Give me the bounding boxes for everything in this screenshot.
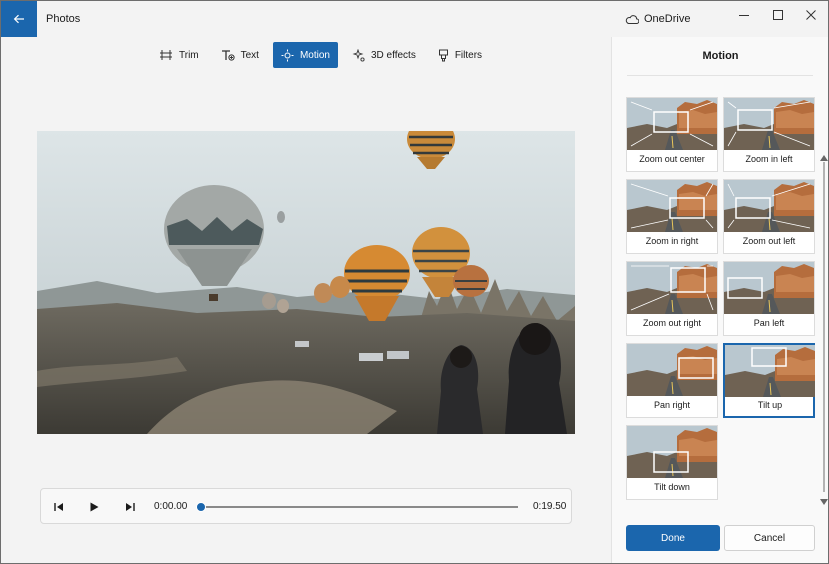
- motion-thumbnail-image: [627, 344, 717, 396]
- seek-track[interactable]: [200, 506, 518, 508]
- motion-option-tilt-up[interactable]: Tilt up: [723, 343, 815, 418]
- maximize-button[interactable]: [761, 1, 795, 29]
- previous-frame-button[interactable]: [50, 498, 68, 516]
- motion-option-zoom-in-left[interactable]: Zoom in left: [723, 97, 815, 172]
- previous-frame-icon: [54, 503, 63, 511]
- panel-divider: [627, 75, 813, 76]
- tab-motion-label: Motion: [299, 49, 330, 61]
- back-arrow-icon: [13, 14, 24, 24]
- motion-option-label: Zoom out right: [642, 318, 702, 328]
- title-bar: Photos OneDrive: [1, 1, 828, 37]
- playback-bar: 0:00.00 0:19.50: [40, 488, 572, 524]
- motion-thumbnail-image: [724, 180, 814, 232]
- current-time: 0:00.00: [154, 501, 188, 512]
- motion-option-pan-right[interactable]: Pan right: [626, 343, 718, 418]
- total-time: 0:19.50: [533, 501, 567, 512]
- motion-option-label: Tilt down: [654, 482, 690, 492]
- edit-toolbar: Trim Text Motion 3D effects Filters: [151, 42, 490, 68]
- cloud-icon: [625, 14, 639, 24]
- next-frame-button[interactable]: [121, 498, 139, 516]
- video-preview[interactable]: [37, 131, 575, 434]
- motion-thumbnail-image: [627, 426, 717, 478]
- tab-trim[interactable]: Trim: [151, 42, 207, 68]
- tab-3d-effects[interactable]: 3D effects: [344, 42, 424, 68]
- motion-thumbnail-image: [627, 98, 717, 150]
- trim-icon: [160, 50, 172, 60]
- motion-option-tilt-down[interactable]: Tilt down: [626, 425, 718, 500]
- tab-text[interactable]: Text: [213, 42, 267, 68]
- seek-thumb[interactable]: [196, 502, 206, 512]
- motion-option-label: Zoom in right: [645, 236, 699, 246]
- motion-option-label: Tilt up: [757, 400, 783, 410]
- motion-thumbnail-image: [724, 98, 814, 150]
- balloon-scene-image: [37, 131, 575, 434]
- tab-filters-label: Filters: [454, 49, 483, 61]
- motion-thumbnail-image: [627, 180, 717, 232]
- scroll-up-icon[interactable]: [820, 155, 828, 161]
- motion-panel: Motion Zoom out center Zoom in left Zoom i…: [611, 37, 828, 563]
- motion-thumbnail-image: [725, 345, 815, 397]
- tab-filters[interactable]: Filters: [430, 42, 490, 68]
- onedrive-label: OneDrive: [644, 13, 691, 25]
- motion-thumbnail-image: [724, 262, 814, 314]
- scrollbar[interactable]: [823, 162, 825, 492]
- play-button[interactable]: [85, 498, 103, 516]
- done-button[interactable]: Done: [626, 525, 720, 551]
- filters-icon: [438, 49, 448, 61]
- motion-option-label: Zoom in left: [745, 154, 793, 164]
- app-title: Photos: [46, 13, 81, 25]
- minimize-icon: [739, 15, 749, 16]
- tab-trim-label: Trim: [179, 49, 199, 61]
- motion-thumbnail-image: [627, 262, 717, 314]
- motion-option-label: Zoom out left: [742, 236, 796, 246]
- close-button[interactable]: [794, 1, 828, 29]
- play-icon: [90, 502, 99, 512]
- tab-motion[interactable]: Motion: [272, 42, 338, 68]
- minimize-button[interactable]: [727, 1, 761, 29]
- next-frame-icon: [126, 503, 135, 511]
- tab-3d-effects-label: 3D effects: [370, 49, 416, 61]
- cancel-button[interactable]: Cancel: [724, 525, 815, 551]
- tab-text-label: Text: [240, 49, 259, 61]
- motion-option-pan-left[interactable]: Pan left: [723, 261, 815, 336]
- motion-option-label: Pan left: [753, 318, 785, 328]
- motion-icon: [281, 49, 294, 61]
- panel-title: Motion: [702, 50, 739, 62]
- back-button[interactable]: [1, 1, 37, 37]
- maximize-icon: [773, 10, 783, 20]
- scroll-down-icon[interactable]: [820, 499, 828, 505]
- motion-option-zoom-out-right[interactable]: Zoom out right: [626, 261, 718, 336]
- motion-option-zoom-out-center[interactable]: Zoom out center: [626, 97, 718, 172]
- motion-option-zoom-out-left[interactable]: Zoom out left: [723, 179, 815, 254]
- text-icon: [221, 50, 235, 61]
- close-icon: [806, 10, 816, 20]
- onedrive-status[interactable]: OneDrive: [625, 13, 690, 25]
- motion-option-label: Zoom out center: [639, 154, 705, 164]
- photos-window: Photos OneDrive Trim Text Motion 3D effe…: [0, 0, 829, 564]
- motion-option-label: Pan right: [653, 400, 691, 410]
- motion-option-zoom-in-right[interactable]: Zoom in right: [626, 179, 718, 254]
- 3d-effects-icon: [352, 48, 365, 62]
